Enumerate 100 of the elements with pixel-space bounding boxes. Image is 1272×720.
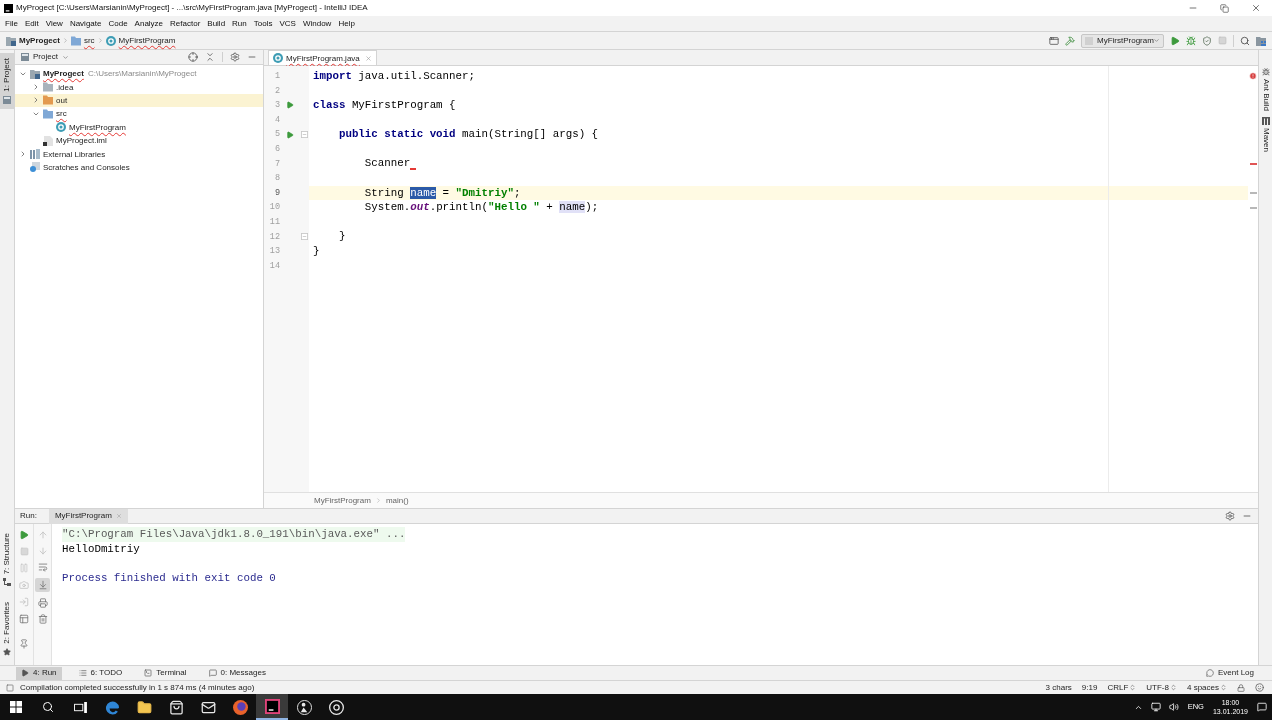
code-line: Scanner xyxy=(313,157,417,171)
menu-item[interactable]: Navigate xyxy=(69,19,102,28)
run-configuration-dropdown[interactable]: MyFirstProgram xyxy=(1081,33,1164,48)
search-icon[interactable] xyxy=(42,701,54,713)
window-title: MyProgect [C:\Users\Marsianin\MyProgect] - ...\src\MyFirstProgram.java [MyProgect] - IntelliJ IDEA xyxy=(16,4,368,12)
print-icon[interactable] xyxy=(37,598,48,608)
taskbar-app[interactable] xyxy=(256,694,288,720)
tool-window-button[interactable]: 1: Project xyxy=(0,53,14,109)
fold-marker-icon[interactable] xyxy=(301,131,308,139)
fold-marker-icon[interactable] xyxy=(301,233,308,241)
run-icon[interactable] xyxy=(1170,35,1180,46)
breadcrumb[interactable]: MyFirstProgram xyxy=(105,33,176,48)
rerun-icon[interactable] xyxy=(19,530,29,540)
menu-item[interactable]: Window xyxy=(302,19,332,28)
menu-item[interactable]: Analyze xyxy=(134,19,164,28)
menu-item[interactable]: Refactor xyxy=(170,19,201,28)
menu-item[interactable]: Run xyxy=(232,19,247,28)
trash-icon[interactable] xyxy=(37,614,48,624)
error-mark[interactable] xyxy=(1249,162,1257,165)
window-icon[interactable] xyxy=(1049,35,1059,46)
code-line: public static void main(String[] args) { xyxy=(337,128,599,142)
tree-item[interactable]: Scratches and Consoles xyxy=(15,160,263,175)
square-icon[interactable] xyxy=(6,683,14,692)
caret-icon xyxy=(1153,37,1160,44)
menu-item[interactable]: Tools xyxy=(253,19,273,28)
view-selector[interactable]: Project xyxy=(21,53,69,61)
globe-icon[interactable] xyxy=(232,699,248,715)
run-gutter-icon[interactable] xyxy=(286,101,294,110)
breadcrumb[interactable]: MyFirstProgram xyxy=(314,496,371,505)
status-widget[interactable]: UTF-8 xyxy=(1146,683,1177,692)
editor-tab[interactable]: MyFirstProgram.java xyxy=(268,50,377,65)
collapse-all-icon[interactable] xyxy=(205,52,215,62)
tree-item[interactable]: External Libraries xyxy=(15,147,263,161)
status-widget[interactable]: CRLF xyxy=(1107,683,1137,692)
wrap-icon[interactable] xyxy=(37,562,48,572)
settings-icon[interactable] xyxy=(1225,511,1235,521)
tree-item[interactable]: MyFirstProgram xyxy=(15,120,263,134)
chevron-right-icon[interactable] xyxy=(32,96,40,105)
tool-window-button[interactable]: 2: Favorites xyxy=(0,597,14,661)
figure-icon[interactable] xyxy=(296,699,312,715)
chevron-right-icon[interactable] xyxy=(32,83,40,92)
line-number: 4 xyxy=(273,115,280,125)
error-indicator-icon[interactable] xyxy=(1249,72,1257,81)
shopping-bag-icon[interactable] xyxy=(168,699,184,715)
settings-icon[interactable] xyxy=(230,52,240,62)
code-line: import java.util.Scanner; xyxy=(313,69,475,83)
tool-window-button[interactable]: Maven xyxy=(1259,117,1272,153)
browser-icon[interactable] xyxy=(104,699,120,715)
tree-item[interactable]: MyProgect C:\Users\Marsianin\MyProgect xyxy=(15,67,263,81)
menu-item[interactable]: Edit xyxy=(24,19,39,28)
lock-icon[interactable] xyxy=(1237,683,1245,692)
chevron-right-icon[interactable] xyxy=(19,150,27,159)
line-number: 7 xyxy=(273,159,280,169)
notification-icon[interactable] xyxy=(1257,702,1267,712)
tree-item[interactable]: out xyxy=(15,93,263,108)
menu-item[interactable]: File xyxy=(5,19,18,28)
tool-window-button[interactable]: 4: Run xyxy=(16,666,62,680)
windows-logo-icon[interactable] xyxy=(10,701,22,713)
breadcrumb[interactable]: MyProgect xyxy=(6,33,60,48)
tool-window-button[interactable]: Terminal xyxy=(139,666,192,680)
shield-icon[interactable] xyxy=(1202,35,1212,46)
smiley-icon[interactable] xyxy=(1255,683,1264,692)
tree-item[interactable]: src xyxy=(15,107,263,121)
debug-icon[interactable] xyxy=(1186,35,1196,46)
monitor-icon[interactable] xyxy=(1150,702,1161,712)
status-widget[interactable]: 4 spaces xyxy=(1186,683,1227,692)
tool-window-button[interactable]: Ant Build xyxy=(1259,68,1272,112)
toggle-button[interactable] xyxy=(35,578,50,592)
pin-icon[interactable] xyxy=(19,639,29,649)
menu-item[interactable]: Build xyxy=(207,19,226,28)
usage-mark[interactable] xyxy=(1249,206,1257,209)
tool-window-button[interactable]: 7: Structure xyxy=(0,527,14,592)
tool-window-button[interactable]: 6: TODO xyxy=(73,666,128,680)
folder-icon[interactable] xyxy=(136,699,152,715)
envelope-icon[interactable] xyxy=(200,699,216,715)
breadcrumb[interactable]: main() xyxy=(385,496,409,505)
task-view-icon[interactable] xyxy=(73,701,87,713)
volume-icon[interactable] xyxy=(1168,702,1179,712)
project-structure-icon[interactable] xyxy=(1256,35,1266,46)
run-gutter-icon[interactable] xyxy=(286,130,294,139)
hammer-icon[interactable] xyxy=(1065,35,1075,46)
tool-window-button[interactable]: 0: Messages xyxy=(203,666,271,680)
folder-icon xyxy=(43,82,53,93)
restore-icon[interactable] xyxy=(1220,3,1229,13)
event-log-button[interactable]: Event Log xyxy=(1205,669,1254,677)
menu-item[interactable]: View xyxy=(45,19,63,28)
line-number: 10 xyxy=(268,203,280,212)
tree-item[interactable]: .idea xyxy=(15,80,263,94)
layout-icon[interactable] xyxy=(19,614,29,624)
caret-icon xyxy=(61,53,69,61)
close-icon[interactable] xyxy=(1251,3,1261,13)
tree-item[interactable]: MyProgect.iml xyxy=(15,133,263,148)
menu-item[interactable]: Help xyxy=(338,19,355,28)
menu-item[interactable]: VCS xyxy=(279,19,296,28)
locate-icon[interactable] xyxy=(188,52,198,62)
breadcrumb[interactable]: src xyxy=(70,33,95,48)
menu-item[interactable]: Code xyxy=(108,19,128,28)
round-app-icon[interactable] xyxy=(328,699,344,715)
usage-mark[interactable] xyxy=(1249,192,1257,195)
run-tab[interactable]: MyFirstProgram xyxy=(48,508,128,524)
